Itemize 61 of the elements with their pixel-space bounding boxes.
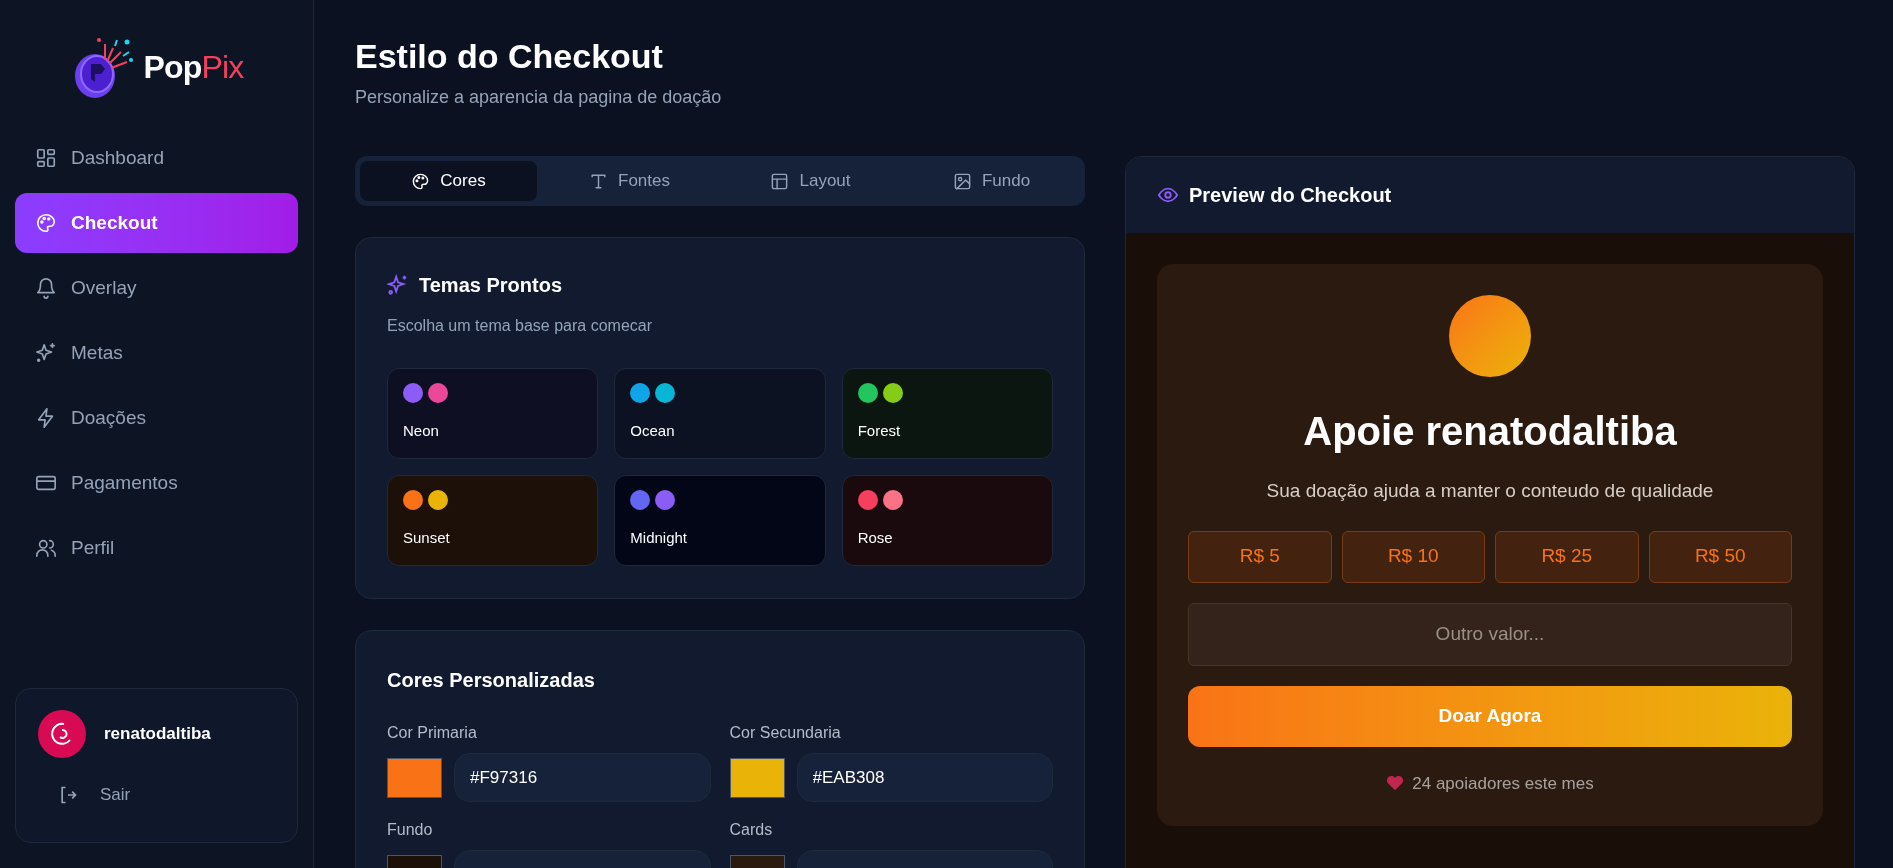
amount-button[interactable]: R$ 50 — [1648, 530, 1792, 583]
theme-name: Neon — [403, 421, 439, 441]
layout-icon — [770, 171, 790, 191]
field-label: Cor Secundaria — [729, 723, 842, 743]
theme-name: Midnight — [630, 528, 688, 548]
amount-button[interactable]: R$ 10 — [1341, 530, 1485, 583]
user-name: renatodaltiba — [104, 723, 211, 746]
section-title: Temas Prontos — [419, 273, 562, 298]
theme-card[interactable]: Forest — [841, 368, 1053, 459]
field-label: Cor Primaria — [387, 723, 478, 743]
amount-button[interactable]: R$ 25 — [1495, 530, 1639, 583]
theme-name: Ocean — [630, 421, 675, 441]
sidebar-item[interactable]: Pagamentos — [15, 453, 298, 513]
supporters-text: 24 apoiadores este mes — [1412, 772, 1594, 795]
image-icon — [952, 171, 972, 191]
sparkles-icon — [387, 274, 409, 296]
sidebar-item[interactable]: Perfil — [15, 518, 298, 578]
color-swatch[interactable] — [729, 757, 785, 798]
avatar-icon — [38, 710, 86, 758]
section-title: Cores Personalizadas — [387, 668, 596, 693]
sidebar-item[interactable]: Overlay — [15, 258, 298, 318]
sidebar-item[interactable]: Dashboard — [15, 128, 298, 188]
theme-card[interactable]: Sunset — [387, 475, 599, 566]
theme-name: Sunset — [403, 528, 450, 548]
field-label: Cards — [729, 820, 774, 840]
sparkles-icon — [35, 342, 57, 364]
sidebar-item[interactable]: Doações — [15, 388, 298, 448]
palette-icon — [35, 212, 57, 234]
checkout-description: Sua doação ajuda a manter o conteudo de qualidade — [1266, 479, 1714, 503]
amount-input[interactable]: Outro valor... — [1188, 602, 1792, 666]
preview-title: Preview do Checkout — [1189, 183, 1392, 208]
theme-card[interactable]: Midnight — [614, 475, 826, 566]
page-subtitle: Personalize a aparencia da pagina de doação — [355, 86, 723, 109]
text-icon — [589, 171, 608, 191]
logout-link[interactable]: Sair — [58, 782, 131, 808]
palette-icon — [411, 171, 431, 191]
grid-icon — [35, 147, 57, 169]
theme-card[interactable]: Neon — [387, 368, 599, 459]
sidebar-item[interactable]: Metas — [15, 323, 298, 383]
tab[interactable]: Layout — [722, 161, 899, 201]
amount-button[interactable]: R$ 5 — [1188, 530, 1332, 583]
checkout-heading: Apoie renatodaltiba — [1303, 408, 1677, 455]
tab[interactable]: Cores — [360, 161, 537, 201]
heart-icon — [1386, 775, 1405, 792]
theme-name: Forest — [857, 421, 901, 441]
field-label: Fundo — [387, 820, 434, 840]
theme-card[interactable]: Ocean — [614, 368, 826, 459]
users-icon — [35, 537, 57, 559]
color-swatch[interactable] — [387, 757, 442, 798]
logo-text: PopPix — [143, 47, 244, 87]
hex-input[interactable]: #EAB308 — [796, 753, 1053, 802]
sidebar-item[interactable]: Checkout — [15, 193, 298, 253]
tab[interactable]: Fontes — [541, 161, 718, 201]
theme-name: Rose — [857, 528, 893, 548]
logout-icon — [58, 784, 78, 805]
tab[interactable]: Fundo — [903, 161, 1080, 201]
theme-card[interactable]: Rose — [841, 475, 1053, 566]
section-subtitle: Escolha um tema base para comecar — [387, 316, 653, 336]
page-title: Estilo do Checkout — [355, 36, 664, 76]
hex-input[interactable]: #F97316 — [454, 753, 711, 802]
bell-icon — [35, 277, 57, 299]
